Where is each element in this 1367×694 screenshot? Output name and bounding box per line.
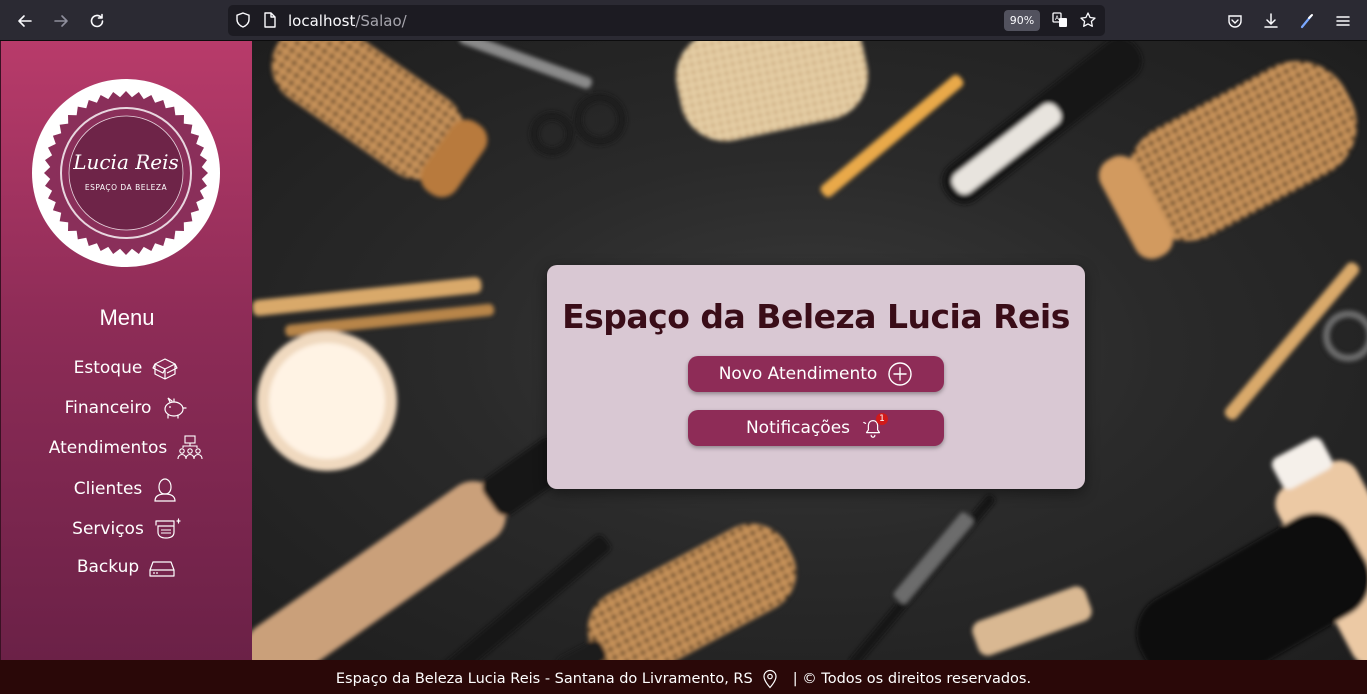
user-icon (150, 475, 180, 503)
menu-item-label: Clientes (73, 479, 143, 499)
menu-title: Menu (99, 305, 155, 330)
menu-item-backup[interactable]: Backup (1, 551, 253, 583)
footer-copyright: | © Todos os direitos reservados. (792, 670, 1032, 687)
novo-atendimento-button[interactable]: Novo Atendimento (688, 356, 944, 392)
url-bar[interactable]: localhost/Salao/ 90% A (228, 5, 1105, 36)
hamburger-menu-icon[interactable] (1330, 8, 1356, 34)
footer-address: Espaço da Beleza Lucia Reis - Santana do… (335, 670, 753, 687)
logo-name: Lucia Reis (72, 150, 179, 174)
menu-item-financeiro[interactable]: Financeiro (1, 392, 253, 424)
drive-icon (147, 553, 177, 581)
salon-logo[interactable]: Lucia Reis ESPAÇO DA BELEZA (31, 78, 221, 268)
location-pin-icon (761, 669, 779, 689)
bookmark-star-icon[interactable] (1079, 11, 1097, 29)
forward-icon[interactable] (48, 8, 74, 34)
shield-icon[interactable] (234, 11, 252, 29)
sidebar: Lucia Reis ESPAÇO DA BELEZA Menu Estoque… (0, 41, 252, 660)
button-label: Novo Atendimento (718, 364, 878, 384)
service-icon (152, 515, 182, 543)
translate-icon[interactable]: A (1051, 11, 1069, 29)
people-icon (175, 434, 205, 462)
page-icon[interactable] (261, 11, 279, 29)
menu-item-clientes[interactable]: Clientes (1, 473, 253, 505)
browser-toolbar: localhost/Salao/ 90% A (0, 0, 1367, 41)
button-label: Notificações (745, 418, 851, 438)
menu-item-label: Financeiro (64, 398, 152, 418)
menu-item-atendimentos[interactable]: Atendimentos (1, 432, 253, 464)
menu-item-label: Serviços (72, 519, 144, 539)
piggy-bank-icon (159, 394, 189, 422)
plus-circle-icon (887, 361, 913, 387)
bell-icon: 1 (860, 413, 889, 441)
menu-item-label: Estoque (73, 358, 143, 378)
back-icon[interactable] (12, 8, 38, 34)
menu-item-label: Backup (76, 557, 140, 577)
url-text[interactable]: localhost/Salao/ (288, 12, 407, 30)
notificacoes-button[interactable]: Notificações 1 (688, 410, 944, 446)
pocket-icon[interactable] (1222, 8, 1248, 34)
menu-item-estoque[interactable]: Estoque (1, 352, 253, 384)
box-icon (150, 354, 180, 382)
page-title: Espaço da Beleza Lucia Reis (562, 297, 1070, 336)
download-icon[interactable] (1258, 8, 1284, 34)
welcome-card: Espaço da Beleza Lucia Reis Novo Atendim… (547, 265, 1085, 489)
notification-count-badge: 1 (876, 413, 889, 425)
menu-item-servicos[interactable]: Serviços (1, 513, 253, 545)
reload-icon[interactable] (84, 8, 110, 34)
footer: Espaço da Beleza Lucia Reis - Santana do… (0, 660, 1367, 694)
logo-tagline: ESPAÇO DA BELEZA (85, 183, 168, 192)
menu-item-label: Atendimentos (48, 438, 168, 458)
zoom-level[interactable]: 90% (1004, 10, 1040, 31)
extension-icon[interactable] (1294, 8, 1320, 34)
